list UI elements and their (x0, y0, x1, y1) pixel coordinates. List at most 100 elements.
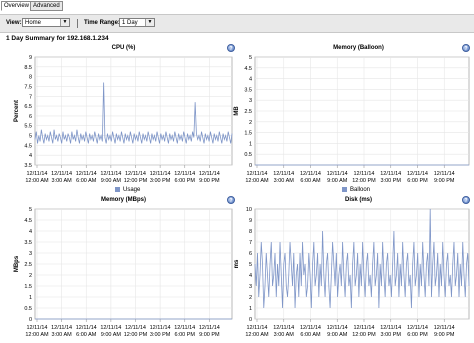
y-tick-label: 8 (249, 229, 252, 235)
x-tick-label: 9:00 PM (199, 178, 220, 184)
x-tick-label: 12/11/14 (51, 325, 72, 331)
y-tick-label: 4 (249, 273, 252, 279)
x-tick-label: 3:00 PM (381, 178, 402, 184)
x-tick-label: 9:00 PM (434, 178, 455, 184)
x-tick-label: 12/11/14 (199, 325, 220, 331)
toolbar: View: Home ▼ Time Range: 1 Day ▼ (0, 14, 474, 33)
y-tick-label: 2 (249, 295, 252, 301)
x-tick-label: 12/11/14 (76, 171, 97, 177)
x-tick-label: 12:00 PM (124, 178, 148, 184)
cpu-chart: 3.544.555.566.577.588.5912/11/1412:00 AM… (14, 55, 233, 184)
x-tick-label: 12:00 PM (352, 178, 376, 184)
summary-title: 1 Day Summary for 192.168.1.234 (6, 35, 109, 42)
y-tick-label: 4.5 (244, 66, 252, 72)
x-tick-label: 6:00 AM (300, 178, 321, 184)
x-tick-label: 12/11/14 (246, 325, 267, 331)
y-tick-label: 9 (29, 55, 32, 61)
y-tick-label: 3 (29, 251, 32, 257)
y-tick-label: 2.5 (244, 109, 252, 115)
x-tick-label: 9:00 AM (101, 332, 122, 338)
x-tick-label: 12/11/14 (174, 325, 195, 331)
x-tick-label: 6:00 PM (407, 178, 428, 184)
y-axis-label: ms (234, 259, 240, 268)
y-tick-label: 4 (29, 229, 32, 235)
memory-mbps-chart: 00.511.522.533.544.5512/11/1412:00 AM12/… (14, 207, 233, 338)
y-tick-label: 7 (249, 240, 252, 246)
y-tick-label: 5 (29, 134, 32, 140)
x-tick-label: 6:00 AM (76, 332, 97, 338)
tab-bar: Overview Advanced (0, 0, 474, 11)
x-tick-label: 12:00 PM (352, 332, 376, 338)
y-tick-label: 4 (249, 77, 252, 83)
legend-balloon: Balloon (342, 187, 370, 193)
legend-swatch (115, 187, 120, 192)
legend-label: Usage (123, 187, 141, 194)
toolbar-separator (77, 19, 78, 28)
x-tick-label: 9:00 AM (327, 332, 348, 338)
y-tick-label: 6 (249, 251, 252, 257)
x-tick-label: 3:00 AM (52, 178, 73, 184)
x-tick-label: 12/11/14 (434, 171, 455, 177)
cpu-chart-panel: CPU (%) ? 3.5 4 4.5 5 5.5 6 6.5 7 7.5 8 8.5 9 12/11/… (0, 44, 237, 195)
chevron-down-icon: ▼ (145, 19, 154, 26)
memory-mbps-chart-panel: Memory (MBps) ? 0 0.5 1 1.5 2 2.5 3 3.5 4 4.5 5 12/… (0, 196, 237, 343)
tab-advanced[interactable]: Advanced (30, 1, 63, 11)
memory-balloon-chart-panel: Memory (Balloon) ? 0 0.5 1 1.5 2 2.5 3 3.5 4 4.5 5… (234, 44, 474, 195)
x-tick-label: 9:00 PM (199, 332, 220, 338)
x-tick-label: 12/11/14 (150, 171, 171, 177)
x-tick-label: 3:00 AM (274, 178, 295, 184)
y-tick-label: 3 (249, 284, 252, 290)
x-tick-label: 12/11/14 (199, 171, 220, 177)
x-tick-label: 12/11/14 (26, 171, 47, 177)
x-tick-label: 12/11/14 (300, 171, 321, 177)
y-tick-label: 2 (249, 120, 252, 126)
y-tick-label: 6 (29, 114, 32, 120)
x-tick-label: 12/11/14 (100, 325, 121, 331)
y-tick-label: 6.5 (24, 104, 32, 110)
legend-swatch (342, 187, 347, 192)
x-tick-label: 12/11/14 (300, 325, 321, 331)
y-tick-label: 1 (249, 306, 252, 312)
x-tick-label: 12/11/14 (125, 171, 146, 177)
disk-chart-panel: Disk (ms) ? 0 1 2 3 4 5 6 7 8 9 10 12/11/14 12:00 AM… (234, 196, 474, 343)
x-tick-label: 12:00 AM (25, 178, 49, 184)
x-tick-label: 12/11/14 (407, 171, 428, 177)
y-tick-label: 7.5 (24, 84, 32, 90)
x-tick-label: 12/11/14 (353, 325, 374, 331)
y-axis-label: Percent (14, 100, 20, 122)
x-tick-label: 12/11/14 (76, 325, 97, 331)
legend-usage: Usage (115, 187, 140, 193)
y-tick-label: 1.5 (24, 284, 32, 290)
x-tick-label: 12/11/14 (273, 171, 294, 177)
view-select[interactable]: Home ▼ (22, 18, 70, 27)
y-tick-label: 3.5 (244, 87, 252, 93)
y-axis-label: MBps (14, 255, 20, 272)
x-tick-label: 12/11/14 (434, 325, 455, 331)
memory-balloon-chart: 00.511.522.533.544.5512/11/1412:00 AM12/… (234, 55, 470, 184)
time-range-select[interactable]: 1 Day ▼ (119, 18, 155, 27)
y-tick-label: 3 (249, 98, 252, 104)
legend-label: Balloon (350, 187, 371, 194)
x-tick-label: 3:00 AM (52, 332, 73, 338)
x-tick-label: 12:00 PM (124, 332, 148, 338)
x-tick-label: 6:00 PM (175, 178, 196, 184)
y-tick-label: 5 (29, 207, 32, 213)
x-tick-label: 3:00 AM (274, 332, 295, 338)
x-tick-label: 12/11/14 (380, 325, 401, 331)
y-tick-label: 4.5 (24, 218, 32, 224)
x-tick-label: 6:00 AM (300, 332, 321, 338)
y-tick-label: 4 (29, 153, 32, 159)
x-tick-label: 12/11/14 (174, 171, 195, 177)
x-tick-label: 12/11/14 (327, 171, 348, 177)
y-tick-label: 2 (29, 273, 32, 279)
y-tick-label: 0 (249, 317, 252, 323)
y-tick-label: 4.5 (24, 143, 32, 149)
plot-area (34, 56, 233, 166)
x-tick-label: 12/11/14 (51, 171, 72, 177)
x-tick-label: 3:00 PM (150, 178, 171, 184)
x-tick-label: 6:00 PM (407, 332, 428, 338)
x-tick-label: 3:00 PM (381, 332, 402, 338)
y-tick-label: 0 (249, 163, 252, 169)
x-tick-label: 6:00 PM (175, 332, 196, 338)
tab-overview[interactable]: Overview (1, 1, 33, 11)
